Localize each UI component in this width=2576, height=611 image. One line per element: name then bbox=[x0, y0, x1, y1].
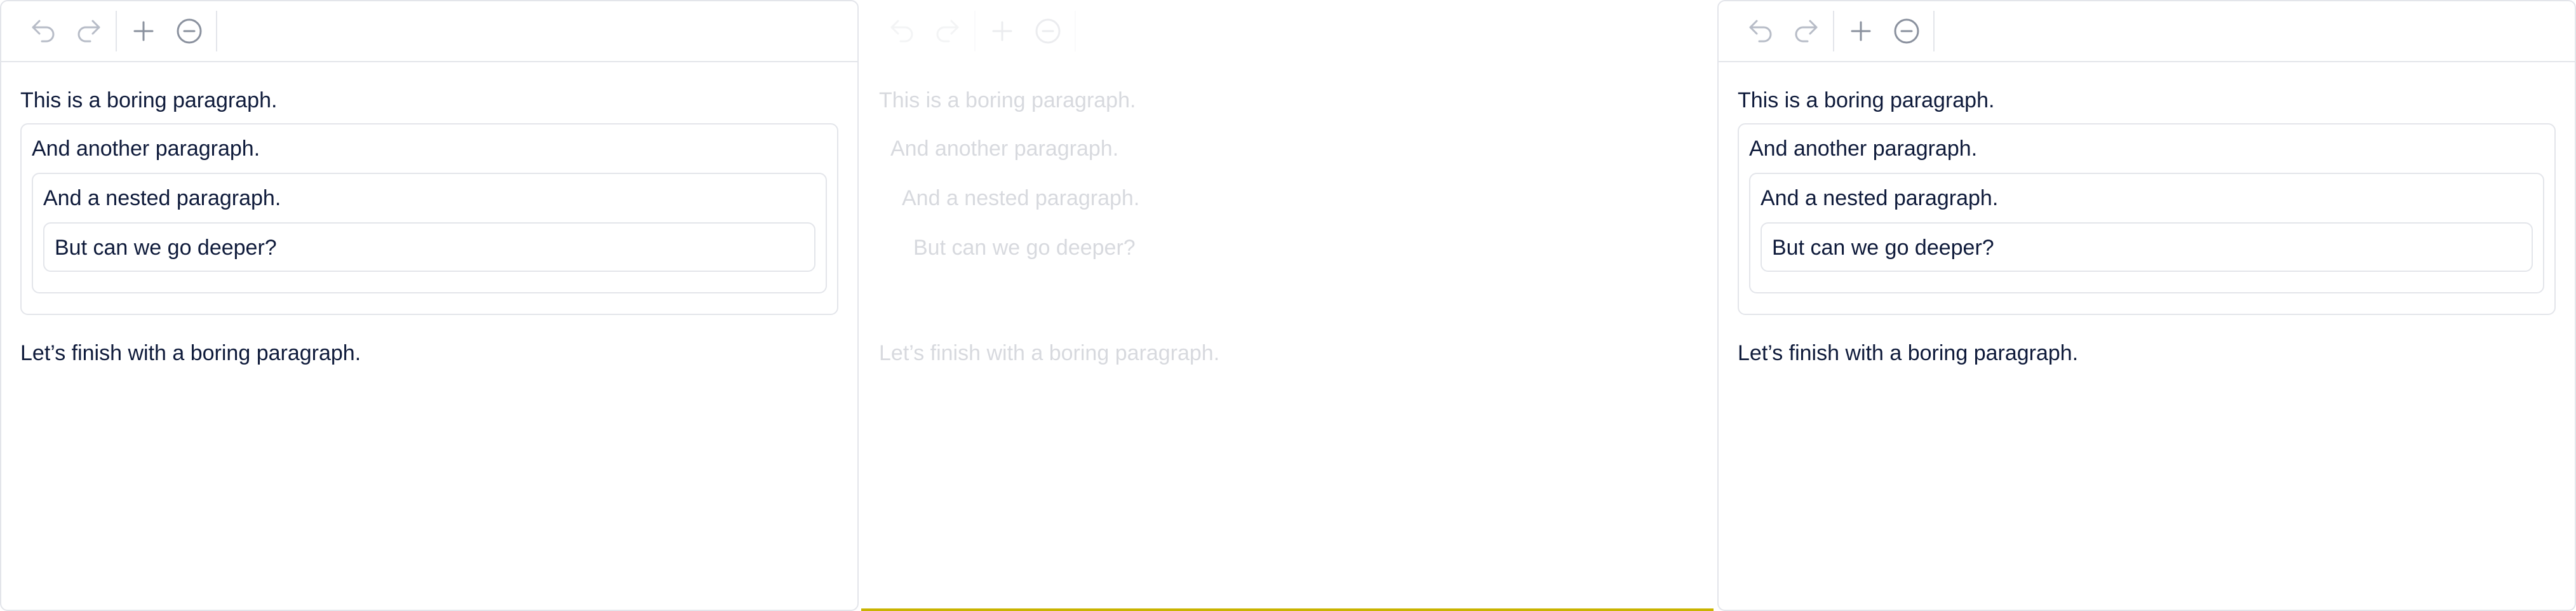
editor-stage: This is a boring paragraph. And another … bbox=[0, 0, 2576, 611]
toolbar-divider bbox=[116, 11, 117, 51]
editor-content[interactable]: This is a boring paragraph. And another … bbox=[1719, 62, 2575, 366]
paragraph-5[interactable]: Let’s finish with a boring paragraph. bbox=[20, 340, 838, 366]
redo-icon bbox=[936, 20, 959, 43]
redo-icon bbox=[1795, 20, 1818, 43]
remove-block-button[interactable] bbox=[166, 8, 212, 54]
minus-circle-icon bbox=[1035, 18, 1061, 44]
add-block-button[interactable] bbox=[121, 8, 166, 54]
plus-icon bbox=[1851, 21, 1871, 41]
add-block-button[interactable] bbox=[979, 8, 1025, 54]
minus-circle-icon bbox=[1894, 18, 1919, 44]
nested-block-3[interactable]: But can we go deeper? bbox=[43, 222, 815, 272]
undo-icon bbox=[1749, 20, 1772, 43]
nested-block-1[interactable]: And another paragraph. And a nested para… bbox=[20, 123, 838, 315]
redo-button[interactable] bbox=[66, 8, 112, 54]
add-block-button[interactable] bbox=[1838, 8, 1884, 54]
drop-indicator bbox=[861, 608, 1714, 611]
editor-panel-middle: This is a boring paragraph. And another … bbox=[859, 0, 1717, 611]
editor-content[interactable]: This is a boring paragraph. And another … bbox=[1, 62, 857, 366]
remove-block-button[interactable] bbox=[1025, 8, 1071, 54]
undo-button[interactable] bbox=[20, 8, 66, 54]
redo-button[interactable] bbox=[925, 8, 970, 54]
paragraph-2[interactable]: And another paragraph. bbox=[890, 136, 1686, 161]
nested-block-2[interactable]: And a nested paragraph. But can we go de… bbox=[1749, 173, 2544, 293]
paragraph-1[interactable]: This is a boring paragraph. bbox=[879, 88, 1697, 113]
paragraph-1[interactable]: This is a boring paragraph. bbox=[20, 88, 838, 113]
paragraph-3[interactable]: And a nested paragraph. bbox=[43, 185, 815, 211]
nested-block-3[interactable]: But can we go deeper? bbox=[902, 222, 1674, 272]
plus-icon bbox=[992, 21, 1012, 41]
remove-block-button[interactable] bbox=[1884, 8, 1929, 54]
undo-icon bbox=[32, 20, 55, 43]
plus-icon bbox=[133, 21, 154, 41]
paragraph-1[interactable]: This is a boring paragraph. bbox=[1738, 88, 2556, 113]
nested-block-1[interactable]: And another paragraph. And a nested para… bbox=[1738, 123, 2556, 315]
paragraph-4[interactable]: But can we go deeper? bbox=[55, 235, 804, 260]
toolbar-divider bbox=[974, 11, 976, 51]
toolbar-divider bbox=[1075, 11, 1076, 51]
undo-button[interactable] bbox=[1738, 8, 1783, 54]
editor-panel-left: This is a boring paragraph. And another … bbox=[0, 0, 859, 611]
nested-block-2[interactable]: And a nested paragraph. But can we go de… bbox=[890, 173, 1686, 293]
editor-toolbar bbox=[860, 1, 1716, 62]
paragraph-4[interactable]: But can we go deeper? bbox=[913, 235, 1663, 260]
redo-icon bbox=[77, 20, 100, 43]
toolbar-divider bbox=[1833, 11, 1834, 51]
editor-toolbar bbox=[1719, 1, 2575, 62]
nested-block-1[interactable]: And another paragraph. And a nested para… bbox=[879, 123, 1697, 315]
nested-block-3[interactable]: But can we go deeper? bbox=[1761, 222, 2533, 272]
paragraph-2[interactable]: And another paragraph. bbox=[1749, 136, 2544, 161]
paragraph-5[interactable]: Let’s finish with a boring paragraph. bbox=[1738, 340, 2556, 366]
paragraph-4[interactable]: But can we go deeper? bbox=[1772, 235, 2521, 260]
paragraph-3[interactable]: And a nested paragraph. bbox=[1761, 185, 2533, 211]
toolbar-divider bbox=[1933, 11, 1935, 51]
toolbar-divider bbox=[216, 11, 217, 51]
editor-toolbar bbox=[1, 1, 857, 62]
paragraph-2[interactable]: And another paragraph. bbox=[32, 136, 827, 161]
undo-icon bbox=[890, 20, 913, 43]
minus-circle-icon bbox=[177, 18, 202, 44]
undo-button[interactable] bbox=[879, 8, 925, 54]
paragraph-5[interactable]: Let’s finish with a boring paragraph. bbox=[879, 340, 1697, 366]
redo-button[interactable] bbox=[1783, 8, 1829, 54]
editor-content[interactable]: This is a boring paragraph. And another … bbox=[860, 62, 1716, 366]
editor-panel-right: This is a boring paragraph. And another … bbox=[1717, 0, 2576, 611]
paragraph-3[interactable]: And a nested paragraph. bbox=[902, 185, 1674, 211]
nested-block-2[interactable]: And a nested paragraph. But can we go de… bbox=[32, 173, 827, 293]
